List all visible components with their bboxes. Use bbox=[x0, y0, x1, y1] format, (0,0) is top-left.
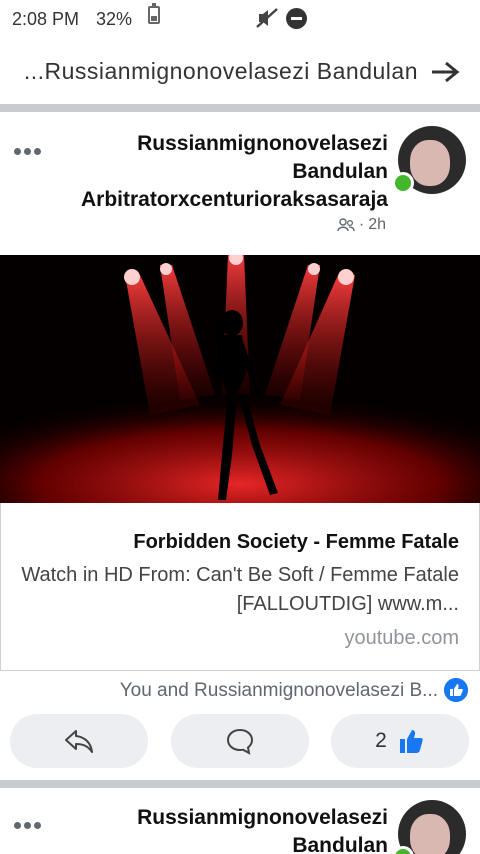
more-icon[interactable] bbox=[14, 148, 42, 156]
post-time[interactable]: 2h bbox=[368, 216, 386, 234]
author-line-1: Russianmignonovelasezi bbox=[137, 806, 388, 829]
header: Russianmignonovelasezi Bandulan... bbox=[0, 36, 480, 104]
dot-separator: · bbox=[358, 216, 365, 233]
link-domain: youtube.com bbox=[344, 627, 459, 649]
avatar[interactable] bbox=[398, 800, 466, 854]
next-post: Russianmignonovelasezi Bandulan bbox=[0, 788, 480, 854]
link-title: Forbidden Society - Femme Fatale bbox=[133, 531, 459, 553]
avatar-image bbox=[410, 814, 450, 854]
do-not-disturb-icon bbox=[286, 8, 307, 29]
comment-button[interactable] bbox=[171, 714, 309, 768]
battery-icon bbox=[148, 3, 160, 24]
separator bbox=[0, 780, 480, 788]
like-button[interactable]: 2 bbox=[331, 714, 469, 768]
post-meta: · 2h bbox=[337, 216, 386, 234]
author-line-2: Bandulan bbox=[292, 160, 388, 183]
author-line-2: Bandulan bbox=[292, 834, 388, 854]
stage-silhouette-image bbox=[0, 255, 480, 503]
friends-icon bbox=[337, 218, 355, 232]
post-author[interactable]: Russianmignonovelasezi Bandulan bbox=[137, 804, 388, 854]
status-time: 2:08 PM bbox=[12, 9, 80, 29]
like-count: 2 bbox=[375, 729, 387, 752]
battery-percentage: 32% bbox=[96, 9, 133, 29]
back-arrow-icon[interactable] bbox=[430, 60, 460, 84]
post-actions: 2 bbox=[0, 712, 480, 768]
thumbs-up-icon bbox=[399, 730, 423, 753]
author-line-1: Russianmignonovelasezi bbox=[137, 132, 388, 155]
separator bbox=[0, 104, 480, 112]
post-author[interactable]: Russianmignonovelasezi Bandulan Arbitrat… bbox=[81, 130, 388, 214]
link-description: Watch in HD From: Can't Be Soft / Femme … bbox=[21, 564, 459, 615]
avatar-image bbox=[410, 140, 450, 186]
link-preview-image[interactable] bbox=[0, 255, 480, 503]
reactions-summary[interactable]: You and Russianmignonovelasezi B... bbox=[0, 676, 480, 706]
author-line-3: Arbitratorxcenturioraksasaraja bbox=[81, 188, 388, 211]
status-bar: 2:08 PM 32% bbox=[0, 0, 480, 36]
mute-icon bbox=[256, 8, 278, 28]
link-preview-card[interactable]: Forbidden Society - Femme Fatale Watch i… bbox=[0, 503, 480, 671]
reactions-text: You and Russianmignonovelasezi B... bbox=[119, 680, 438, 701]
online-status-dot bbox=[392, 172, 414, 194]
like-reaction-icon bbox=[444, 678, 468, 702]
more-icon[interactable] bbox=[14, 822, 42, 830]
comment-icon bbox=[226, 728, 254, 755]
share-icon bbox=[65, 730, 93, 753]
share-button[interactable] bbox=[10, 714, 148, 768]
page-title: Russianmignonovelasezi Bandulan... bbox=[23, 58, 418, 84]
